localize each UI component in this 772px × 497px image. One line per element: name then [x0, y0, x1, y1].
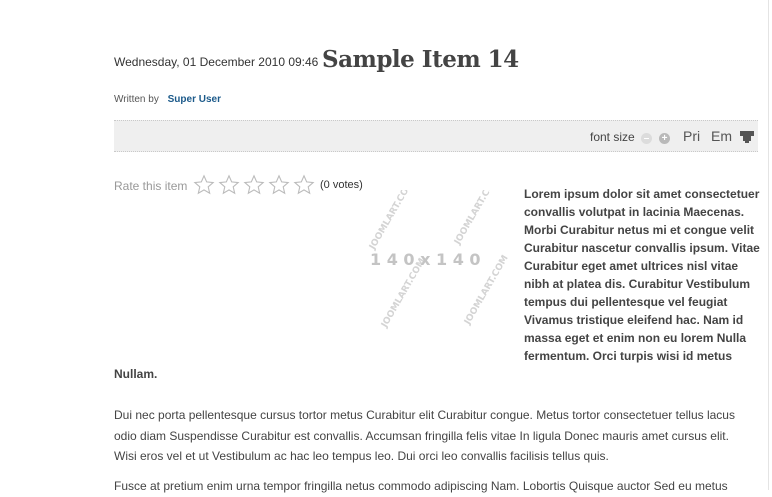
- author-line: Written by Super User: [114, 94, 221, 105]
- placeholder-image: JOOMLART.COM JOOMLART.COM JOOMLART.COM J…: [367, 190, 510, 330]
- author-link[interactable]: Super User: [168, 94, 221, 105]
- paragraph-2: Fusce at pretium enim urna tempor fringi…: [114, 479, 728, 493]
- plus-circle-icon[interactable]: +: [659, 133, 670, 144]
- sidebar-text-end: Nullam.: [114, 367, 158, 381]
- rating-stars: [193, 174, 315, 196]
- email-button[interactable]: Em: [711, 128, 732, 144]
- article-toolbar: font size – + Pri Em: [114, 120, 758, 152]
- font-size-label: font size: [590, 130, 635, 144]
- paragraph-1: Dui nec porta pellentesque cursus tortor…: [114, 408, 735, 463]
- star-icon[interactable]: [218, 174, 240, 196]
- star-icon[interactable]: [268, 174, 290, 196]
- watermark-text: JOOMLART.COM: [367, 190, 415, 252]
- print-button[interactable]: Pri: [683, 128, 700, 144]
- minus-circle-icon[interactable]: –: [641, 133, 652, 144]
- rate-label: Rate this item: [114, 179, 188, 193]
- sidebar-text: Lorem ipsum dolor sit amet consectetuer …: [524, 187, 760, 363]
- toolbox-icon[interactable]: [740, 131, 754, 143]
- votes-count: (0 votes): [320, 179, 363, 191]
- star-icon[interactable]: [193, 174, 215, 196]
- watermark-text: JOOMLART.COM: [452, 190, 500, 247]
- image-dimension-text: 1 4 0 x 1 4 0: [370, 250, 481, 269]
- written-by-label: Written by: [114, 94, 159, 105]
- page-right-border: [768, 0, 772, 490]
- article-date: Wednesday, 01 December 2010 09:46: [114, 55, 319, 69]
- star-icon[interactable]: [293, 174, 315, 196]
- star-icon[interactable]: [243, 174, 265, 196]
- article-title: Sample Item 14: [322, 46, 519, 73]
